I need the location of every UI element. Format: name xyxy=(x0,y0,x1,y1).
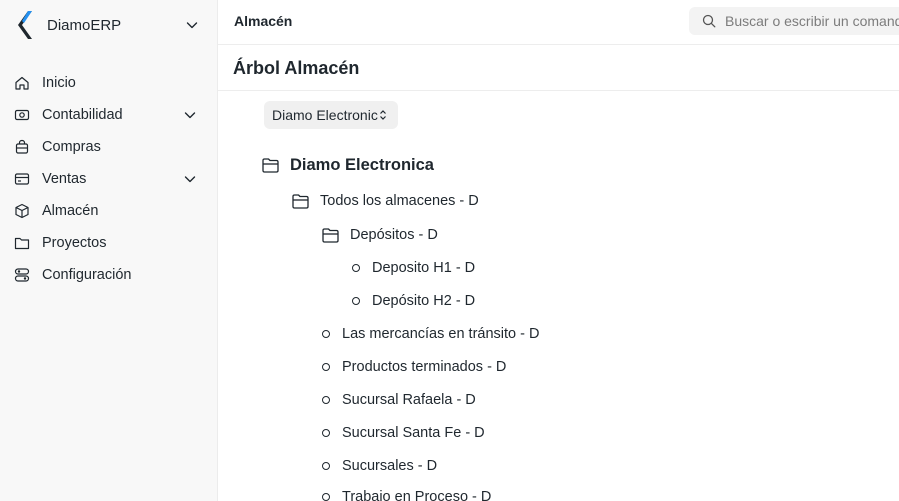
company-select[interactable]: Diamo Electronica xyxy=(264,101,398,129)
app-switcher[interactable]: DiamoERP xyxy=(12,8,206,42)
tree-node-leaf[interactable]: Sucursal Santa Fe - D xyxy=(322,423,485,443)
sidebar-item-label: Almacén xyxy=(42,203,99,219)
leaf-node-icon xyxy=(352,264,360,272)
sidebar-item-label: Contabilidad xyxy=(42,107,123,123)
leaf-node-icon xyxy=(322,330,330,338)
sidebar-item-label: Ventas xyxy=(42,171,87,187)
sidebar-item-inicio[interactable]: Inicio xyxy=(8,67,208,99)
sidebar-item-almacen[interactable]: Almacén xyxy=(8,195,208,227)
breadcrumb[interactable]: Almacén xyxy=(234,13,292,29)
chevron-down-icon xyxy=(186,22,198,29)
search-input[interactable] xyxy=(725,13,899,29)
sidebar-item-contabilidad[interactable]: Contabilidad xyxy=(8,99,208,131)
leaf-node-icon xyxy=(322,396,330,404)
app-name: DiamoERP xyxy=(47,16,122,34)
sales-card-icon xyxy=(14,173,30,185)
sidebar-item-label: Proyectos xyxy=(42,235,107,251)
shopping-bag-icon xyxy=(15,139,29,154)
sidebar-nav: Inicio Contabilidad Compras Ventas Almac… xyxy=(8,67,208,291)
tree-node-label: Sucursal Rafaela - D xyxy=(342,392,476,408)
chevron-down-icon[interactable] xyxy=(182,171,198,187)
leaf-node-icon xyxy=(352,297,360,305)
settings-icon xyxy=(14,268,30,282)
search-bar[interactable] xyxy=(689,7,899,35)
leaf-node-icon xyxy=(322,363,330,371)
tree-node-leaf[interactable]: Productos terminados - D xyxy=(322,357,506,377)
select-arrows-icon xyxy=(380,110,386,120)
box-icon xyxy=(15,203,29,219)
folder-open-icon xyxy=(322,227,339,243)
tree-node-label: Diamo Electronica xyxy=(290,155,434,174)
sidebar: DiamoERP Inicio Contabilidad Compras Ven… xyxy=(0,0,218,501)
tree-node-leaf[interactable]: Deposito H1 - D xyxy=(352,258,475,278)
tree-node-label: Trabajo en Proceso - D xyxy=(342,489,492,501)
tree-node-root[interactable]: Diamo Electronica xyxy=(262,154,434,176)
search-icon xyxy=(702,14,716,28)
tree-node-leaf[interactable]: Sucursales - D xyxy=(322,456,437,476)
leaf-node-icon xyxy=(322,429,330,437)
tree-node-leaf[interactable]: Depósito H2 - D xyxy=(352,291,475,311)
tree-node-leaf[interactable]: Las mercancías en tránsito - D xyxy=(322,324,539,344)
sidebar-item-label: Inicio xyxy=(42,75,76,91)
tree-node-label: Todos los almacenes - D xyxy=(320,193,479,209)
accounting-icon xyxy=(14,109,30,121)
folder-open-icon xyxy=(262,157,279,173)
sidebar-item-label: Configuración xyxy=(42,267,132,283)
tree-node-leaf[interactable]: Sucursal Rafaela - D xyxy=(322,390,476,410)
tree-node-label: Sucursal Santa Fe - D xyxy=(342,425,485,441)
app-logo-icon xyxy=(18,11,32,39)
sidebar-item-configuracion[interactable]: Configuración xyxy=(8,259,208,291)
sidebar-item-proyectos[interactable]: Proyectos xyxy=(8,227,208,259)
folder-icon xyxy=(14,237,30,250)
home-icon xyxy=(15,76,29,90)
company-select-value: Diamo Electronica xyxy=(272,107,378,123)
tree-node-label: Deposito H1 - D xyxy=(372,260,476,276)
chevron-down-icon[interactable] xyxy=(182,107,198,123)
tree-node-label: Productos terminados - D xyxy=(342,359,507,375)
tree-node-label: Depósito H2 - D xyxy=(372,293,476,309)
page-title: Árbol Almacén xyxy=(233,58,360,78)
page-header: Árbol Almacén xyxy=(218,45,899,91)
tree-node-label: Las mercancías en tránsito - D xyxy=(342,326,540,342)
tree-node-leaf[interactable]: Trabajo en Proceso - D xyxy=(322,487,491,501)
tree-node-group[interactable]: Depósitos - D xyxy=(322,225,438,245)
tree-node-label: Sucursales - D xyxy=(342,458,438,474)
sidebar-item-label: Compras xyxy=(42,139,101,155)
tree-node-group[interactable]: Todos los almacenes - D xyxy=(292,191,479,211)
tree-node-label: Depósitos - D xyxy=(350,227,438,243)
leaf-node-icon xyxy=(322,493,330,501)
folder-open-icon xyxy=(292,193,309,209)
sidebar-item-compras[interactable]: Compras xyxy=(8,131,208,163)
leaf-node-icon xyxy=(322,462,330,470)
sidebar-item-ventas[interactable]: Ventas xyxy=(8,163,208,195)
topbar: Almacén xyxy=(218,0,899,45)
